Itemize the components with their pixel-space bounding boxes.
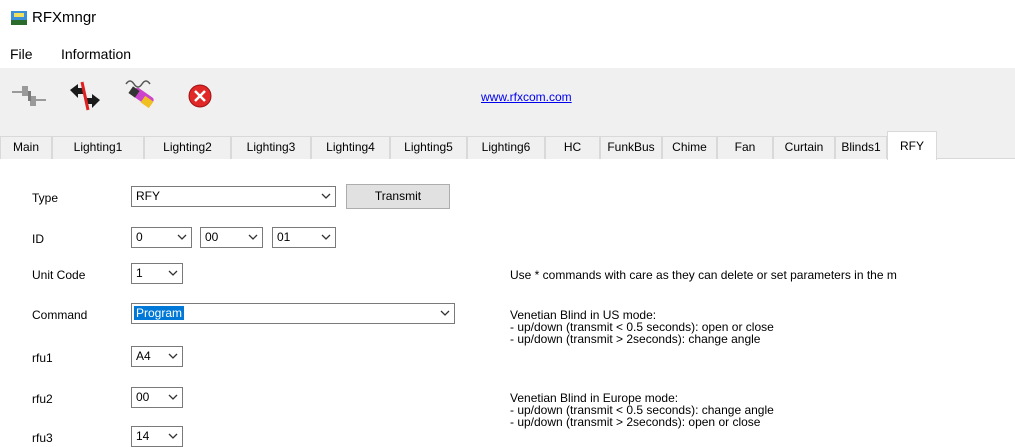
stop-icon[interactable]	[182, 76, 224, 116]
tab-fan[interactable]: Fan	[717, 136, 773, 159]
transmit-button[interactable]: Transmit	[346, 184, 450, 209]
tab-rfy[interactable]: RFY	[887, 131, 937, 160]
disconnect-icon[interactable]	[64, 76, 106, 116]
tab-strip: Main Lighting1 Lighting2 Lighting3 Light…	[0, 128, 1015, 160]
app-logo-icon	[11, 11, 27, 25]
chevron-down-icon	[248, 234, 258, 240]
chevron-down-icon	[321, 234, 331, 240]
us-mode-info: Venetian Blind in US mode: - up/down (tr…	[510, 309, 774, 345]
command-label: Command	[32, 308, 88, 322]
tab-lighting3[interactable]: Lighting3	[231, 136, 311, 159]
unit-code-select[interactable]: 1	[131, 263, 183, 284]
tab-hc[interactable]: HC	[545, 136, 600, 159]
type-select[interactable]: RFY	[131, 186, 336, 207]
type-select-value: RFY	[136, 189, 160, 203]
rfxcom-link[interactable]: www.rfxcom.com	[481, 90, 572, 104]
tab-chime[interactable]: Chime	[662, 136, 717, 159]
menu-information[interactable]: Information	[61, 46, 131, 62]
menu-bar: File Information	[0, 40, 1015, 68]
tab-funkbus[interactable]: FunkBus	[600, 136, 662, 159]
id-select-1[interactable]: 0	[131, 227, 192, 248]
warning-note: Use * commands with care as they can del…	[510, 268, 897, 282]
tab-lighting5[interactable]: Lighting5	[390, 136, 467, 159]
tab-curtain[interactable]: Curtain	[773, 136, 835, 159]
chevron-down-icon	[440, 310, 450, 316]
id-select-2-value: 00	[205, 230, 219, 244]
tab-blinds1[interactable]: Blinds1	[835, 136, 887, 159]
toolbar: www.rfxcom.com	[0, 68, 1015, 128]
command-select-value: Program	[134, 306, 185, 320]
rfu3-select-value: 14	[136, 429, 150, 443]
tab-lighting4[interactable]: Lighting4	[311, 136, 390, 159]
chevron-down-icon	[321, 193, 331, 199]
id-select-1-value: 0	[136, 230, 143, 244]
rfu1-label: rfu1	[32, 351, 53, 365]
id-label: ID	[32, 232, 44, 246]
menu-file[interactable]: File	[10, 46, 33, 62]
unit-code-select-value: 1	[136, 266, 143, 280]
chevron-down-icon	[168, 433, 178, 439]
window-title: RFXmngr	[32, 9, 97, 26]
tab-lighting6[interactable]: Lighting6	[467, 136, 545, 159]
rfu2-label: rfu2	[32, 392, 53, 406]
unit-code-label: Unit Code	[32, 268, 86, 282]
eu-mode-line-2: - up/down (transmit > 2seconds): open or…	[510, 415, 761, 429]
rfu1-select[interactable]: A4	[131, 346, 183, 367]
rfy-panel: Type RFY Transmit ID 0 00 01 Unit Code 1…	[0, 159, 1015, 447]
us-mode-line-2: - up/down (transmit > 2seconds): change …	[510, 332, 761, 346]
command-select[interactable]: Program	[131, 303, 455, 324]
rfu3-label: rfu3	[32, 431, 53, 445]
connect-icon[interactable]	[8, 76, 50, 116]
title-bar: RFXmngr	[0, 0, 1015, 40]
id-select-2[interactable]: 00	[200, 227, 263, 248]
record-icon[interactable]	[120, 76, 162, 116]
id-select-3-value: 01	[277, 230, 291, 244]
rfu2-select-value: 00	[136, 390, 150, 404]
chevron-down-icon	[177, 234, 187, 240]
tab-main[interactable]: Main	[0, 136, 52, 159]
rfu1-select-value: A4	[136, 349, 151, 363]
id-select-3[interactable]: 01	[272, 227, 336, 248]
eu-mode-info: Venetian Blind in Europe mode: - up/down…	[510, 392, 774, 428]
chevron-down-icon	[168, 353, 178, 359]
type-label: Type	[32, 191, 59, 205]
rfu2-select[interactable]: 00	[131, 387, 183, 408]
chevron-down-icon	[168, 394, 178, 400]
tab-lighting1[interactable]: Lighting1	[52, 136, 144, 159]
chevron-down-icon	[168, 270, 178, 276]
tab-lighting2[interactable]: Lighting2	[144, 136, 231, 159]
